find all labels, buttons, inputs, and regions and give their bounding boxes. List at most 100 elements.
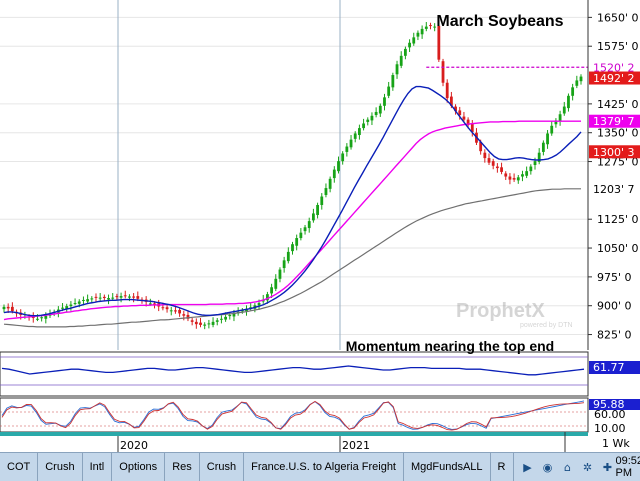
tab-crush[interactable]: Crush	[38, 453, 82, 481]
candle-body	[383, 97, 386, 105]
price-tick-label: 975' 0	[597, 271, 632, 284]
candle-body	[333, 170, 336, 178]
candle-body	[228, 315, 231, 316]
price-panel[interactable]: March Soybeans ProphetX powered by DTN	[0, 0, 588, 350]
candle-body	[412, 37, 415, 43]
price-tick-label: 825' 0	[597, 329, 632, 342]
network-icon[interactable]: ⌂	[560, 459, 576, 475]
candle-body	[379, 106, 382, 114]
candle-body	[283, 260, 286, 268]
price-tick-label: 900' 0	[597, 300, 632, 313]
candle-body	[354, 133, 357, 138]
candle-body	[559, 114, 562, 121]
candle-body	[220, 319, 223, 320]
candle-body	[391, 75, 394, 87]
candle-body	[299, 233, 302, 238]
globe-icon[interactable]: ◉	[540, 459, 556, 475]
candle-body	[7, 307, 10, 309]
chart-title: March Soybeans	[436, 13, 563, 30]
candle-body	[199, 323, 202, 325]
candle-body	[345, 147, 348, 152]
candle-body	[525, 171, 528, 176]
taskbar: COT Crush Intl Options Res Crush France.…	[0, 452, 640, 481]
price-tick-label: 1650' 0	[597, 11, 639, 24]
time-axis-band	[0, 432, 588, 436]
alert-icon[interactable]: ✚	[600, 459, 616, 475]
candle-body	[258, 303, 261, 305]
candle-body	[11, 307, 14, 311]
candle-body	[421, 29, 424, 34]
tab-crush-2[interactable]: Crush	[200, 453, 244, 481]
x-label-2020: 2020	[120, 439, 148, 452]
candle-body	[429, 25, 432, 26]
time-axis[interactable]: 2020 2021 1 Wk	[0, 432, 630, 452]
candle-body	[149, 303, 152, 304]
candle-body	[366, 120, 369, 122]
price-tick-label: 1425' 0	[597, 98, 639, 111]
candle-body	[174, 310, 177, 311]
stochastic-panel[interactable]: 95.88 60.00 10.00	[0, 398, 640, 435]
candle-body	[500, 167, 503, 172]
chart-area[interactable]: March Soybeans ProphetX powered by DTN 1…	[0, 0, 640, 452]
candle-body	[3, 307, 6, 309]
candle-body	[279, 270, 282, 279]
candle-body	[463, 117, 466, 120]
svg-text:ProphetX: ProphetX	[456, 300, 546, 322]
price-tick-label: 1125' 0	[597, 213, 639, 226]
tab-cot[interactable]: COT	[0, 453, 38, 481]
candle-body	[161, 307, 164, 308]
candle-body	[575, 80, 578, 85]
candle-body	[224, 317, 227, 320]
candle-body	[517, 177, 520, 180]
price-tick-label: 1350' 0	[597, 127, 639, 140]
price-axis[interactable]: 1650' 01575' 01425' 01350' 01275' 01125'…	[588, 0, 640, 350]
candle-body	[78, 301, 81, 303]
candle-body	[375, 112, 378, 115]
candle-body	[425, 27, 428, 29]
candle-body	[191, 320, 194, 322]
candle-body	[341, 153, 344, 161]
settings-icon[interactable]: ✲	[580, 459, 596, 475]
candle-body	[136, 296, 139, 299]
candle-body	[437, 26, 440, 60]
candle-body	[69, 305, 72, 307]
candle-body	[550, 126, 553, 134]
x-label-2021: 2021	[342, 439, 370, 452]
candle-body	[408, 43, 411, 48]
candle-body	[203, 325, 206, 326]
candle-body	[362, 123, 365, 128]
candle-body	[483, 153, 486, 158]
candle-body	[312, 213, 315, 220]
tab-r[interactable]: R	[491, 453, 514, 481]
candle-body	[358, 128, 361, 135]
candle-body	[320, 197, 323, 205]
tab-intl[interactable]: Intl	[83, 453, 113, 481]
candle-body	[170, 310, 173, 311]
candle-body	[542, 143, 545, 152]
candle-body	[103, 297, 106, 298]
tab-france-algeria-freight[interactable]: France.U.S. to Algeria Freight	[244, 453, 404, 481]
candle-body	[446, 83, 449, 98]
period-label[interactable]: 1 Wk	[602, 437, 630, 450]
price-badge-label: 1379' 7	[593, 115, 635, 128]
candle-body	[295, 238, 298, 246]
candle-body	[580, 77, 583, 82]
candle-body	[74, 303, 77, 304]
candle-body	[567, 96, 570, 108]
price-badge-label: 1492' 2	[593, 72, 635, 85]
tab-res[interactable]: Res	[165, 453, 200, 481]
price-badge-label: 1300' 3	[593, 146, 635, 159]
stochastic-tick-60: 60.00	[594, 408, 626, 421]
price-tick-label: 1575' 0	[597, 40, 639, 53]
scroll-right-icon[interactable]: ▶	[520, 459, 536, 475]
candle-body	[442, 61, 445, 83]
candle-body	[287, 252, 290, 261]
candle-body	[404, 49, 407, 56]
candle-body	[36, 319, 39, 320]
candle-body	[504, 173, 507, 176]
tab-options[interactable]: Options	[112, 453, 165, 481]
momentum-panel-background	[0, 352, 588, 396]
candle-body	[400, 56, 403, 66]
candle-body	[212, 322, 215, 325]
tab-mgdfundsall[interactable]: MgdFundsALL	[404, 453, 491, 481]
